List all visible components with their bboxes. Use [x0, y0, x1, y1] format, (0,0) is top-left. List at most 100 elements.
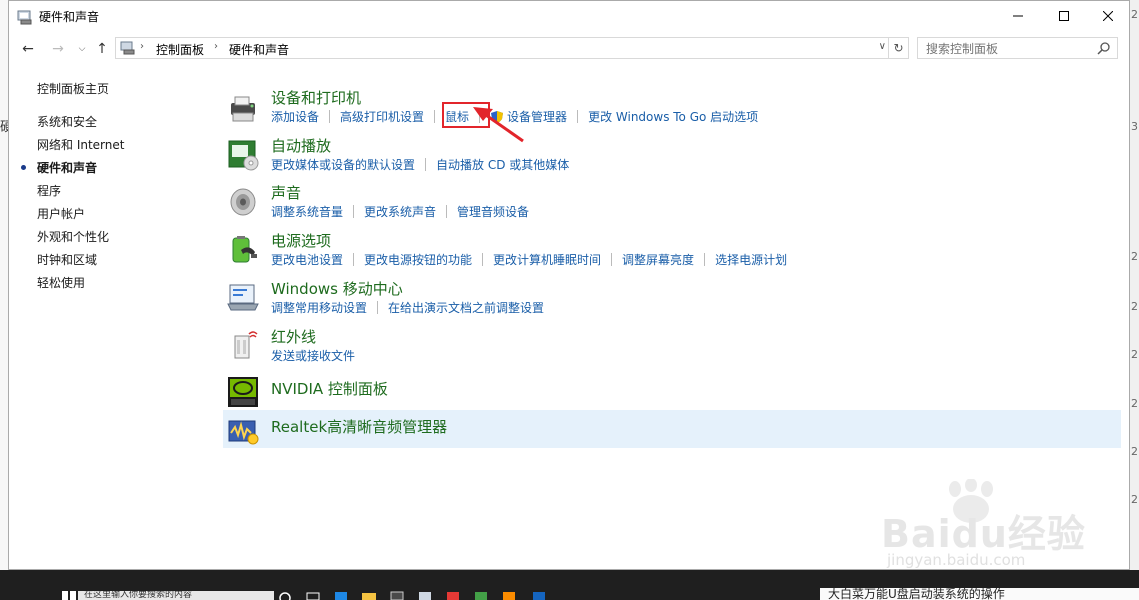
heading-infrared[interactable]: 红外线: [271, 326, 316, 347]
file-explorer-icon[interactable]: [360, 590, 378, 600]
control-panel-icon: [120, 41, 135, 55]
address-dropdown-icon[interactable]: ∨: [879, 41, 886, 52]
sidebar-item-ease-of-access[interactable]: 轻松使用: [37, 274, 85, 291]
app-icon[interactable]: [472, 590, 490, 600]
link-screen-brightness[interactable]: 调整屏幕亮度: [622, 251, 704, 268]
background-right-text: 2: [1131, 300, 1138, 313]
control-panel-taskbar-icon[interactable]: [416, 590, 434, 600]
links-power: 更改电池设置 更改电源按钮的功能 更改计算机睡眠时间 调整屏幕亮度 选择电源计划: [271, 251, 797, 268]
background-article-title: 大白菜万能U盘启动装系统的操作: [820, 588, 1139, 600]
link-power-button[interactable]: 更改电源按钮的功能: [364, 251, 482, 268]
navigation-bar: ← → ⌵ ↑ › 控制面板 › 硬件和声音 ∨ ↻: [9, 36, 1129, 62]
link-autoplay-cd[interactable]: 自动播放 CD 或其他媒体: [436, 156, 579, 173]
link-separator: [425, 158, 427, 171]
link-separator: [482, 253, 484, 266]
link-presentation-settings[interactable]: 在给出演示文档之前调整设置: [388, 299, 554, 316]
sidebar-item-system-security[interactable]: 系统和安全: [37, 113, 97, 130]
annotation-arrow-icon: [473, 107, 524, 143]
heading-power[interactable]: 电源选项: [271, 230, 331, 251]
link-separator: [446, 205, 448, 218]
close-icon: [1103, 11, 1113, 21]
background-article-text: 大白菜万能U盘启动装系统的操作: [828, 588, 1005, 600]
taskbar: 在这里输入你要搜索的内容 大白菜万能U盘启动装系统的操作: [0, 570, 1139, 600]
sidebar-item-clock-region[interactable]: 时钟和区域: [37, 251, 97, 268]
link-separator: [611, 253, 613, 266]
back-button[interactable]: ←: [19, 39, 37, 59]
heading-autoplay[interactable]: 自动播放: [271, 135, 331, 156]
app-icon[interactable]: [530, 590, 548, 600]
battery-icon: [232, 236, 257, 263]
control-panel-icon: [17, 10, 32, 25]
arrow-right-icon: →: [52, 41, 64, 57]
link-separator: [434, 110, 436, 123]
background-right-text: 2: [1131, 348, 1138, 361]
sidebar-item-hardware-sound[interactable]: 硬件和声音: [37, 159, 97, 176]
refresh-button[interactable]: ↻: [889, 37, 909, 59]
link-system-sounds[interactable]: 更改系统声音: [364, 203, 446, 220]
breadcrumb-separator-icon: ›: [214, 41, 218, 52]
maximize-button[interactable]: [1041, 1, 1087, 31]
cortana-icon[interactable]: [276, 590, 294, 600]
link-battery-settings[interactable]: 更改电池设置: [271, 251, 353, 268]
link-power-plan[interactable]: 选择电源计划: [715, 251, 797, 268]
breadcrumb-control-panel[interactable]: 控制面板: [156, 41, 204, 58]
up-button[interactable]: ↑: [93, 39, 111, 59]
taskbar-search-text: 在这里输入你要搜索的内容: [84, 591, 193, 600]
link-add-device[interactable]: 添加设备: [271, 108, 329, 125]
background-right-text: 2: [1131, 445, 1138, 458]
sidebar-item-network[interactable]: 网络和 Internet: [37, 136, 124, 153]
link-advanced-printer[interactable]: 高级打印机设置: [340, 108, 434, 125]
app-icon[interactable]: [444, 590, 462, 600]
realtek-audio-icon: [228, 420, 259, 445]
breadcrumb-hardware-sound[interactable]: 硬件和声音: [229, 41, 289, 58]
store-icon[interactable]: [388, 590, 406, 600]
heading-realtek[interactable]: Realtek高清晰音频管理器: [271, 416, 447, 437]
background-right-text: 2: [1131, 8, 1138, 21]
mobility-center-icon: [227, 284, 259, 311]
heading-devices-printers[interactable]: 设备和打印机: [271, 87, 361, 108]
link-sleep-time[interactable]: 更改计算机睡眠时间: [493, 251, 611, 268]
maximize-icon: [1059, 11, 1069, 21]
task-view-icon[interactable]: [304, 590, 322, 600]
start-icon[interactable]: [60, 590, 78, 600]
link-separator: [353, 205, 355, 218]
link-send-receive-files[interactable]: 发送或接收文件: [271, 347, 365, 364]
link-windows-to-go[interactable]: 更改 Windows To Go 启动选项: [588, 108, 768, 125]
title-bar[interactable]: 硬件和声音: [9, 1, 1129, 33]
active-indicator-dot: [21, 165, 26, 170]
sidebar-item-home[interactable]: 控制面板主页: [37, 80, 109, 97]
heading-mobility-center[interactable]: Windows 移动中心: [271, 278, 403, 299]
recent-locations-button[interactable]: ⌵: [73, 39, 91, 59]
watermark-url: jingyan.baidu.com: [887, 551, 1026, 569]
control-panel-window: 硬件和声音 ← → ⌵ ↑ › 控制面板 › 硬件和声音 ∨ ↻ 搜索控制面板 …: [8, 0, 1130, 570]
minimize-icon: [1013, 15, 1023, 17]
heading-sound[interactable]: 声音: [271, 182, 301, 203]
edge-icon[interactable]: [332, 590, 350, 600]
infrared-icon: [234, 331, 258, 359]
heading-nvidia[interactable]: NVIDIA 控制面板: [271, 378, 388, 399]
links-sound: 调整系统音量 更改系统声音 管理音频设备: [271, 203, 539, 220]
link-system-volume[interactable]: 调整系统音量: [271, 203, 353, 220]
link-common-mobility[interactable]: 调整常用移动设置: [271, 299, 377, 316]
sidebar-item-programs[interactable]: 程序: [37, 182, 61, 199]
link-audio-devices[interactable]: 管理音频设备: [457, 203, 539, 220]
taskbar-search[interactable]: 在这里输入你要搜索的内容: [78, 591, 274, 600]
app-icon[interactable]: [500, 590, 518, 600]
sidebar-item-appearance[interactable]: 外观和个性化: [37, 228, 109, 245]
search-input[interactable]: [918, 38, 1098, 60]
link-default-media-settings[interactable]: 更改媒体或设备的默认设置: [271, 156, 425, 173]
close-button[interactable]: [1085, 1, 1131, 31]
link-separator: [377, 301, 379, 314]
background-right-text: 2: [1131, 493, 1138, 506]
search-icon[interactable]: [1097, 41, 1111, 55]
links-mobility-center: 调整常用移动设置 在给出演示文档之前调整设置: [271, 299, 554, 316]
forward-button[interactable]: →: [49, 39, 67, 59]
link-separator: [577, 110, 579, 123]
window-title: 硬件和声音: [39, 10, 100, 24]
arrow-left-icon: ←: [22, 41, 34, 57]
address-bar[interactable]: › 控制面板 › 硬件和声音 ∨: [115, 37, 889, 59]
sidebar-item-user-accounts[interactable]: 用户帐户: [37, 205, 85, 222]
autoplay-icon: [228, 140, 259, 171]
minimize-button[interactable]: [995, 1, 1041, 31]
background-right-text: 2: [1131, 397, 1138, 410]
